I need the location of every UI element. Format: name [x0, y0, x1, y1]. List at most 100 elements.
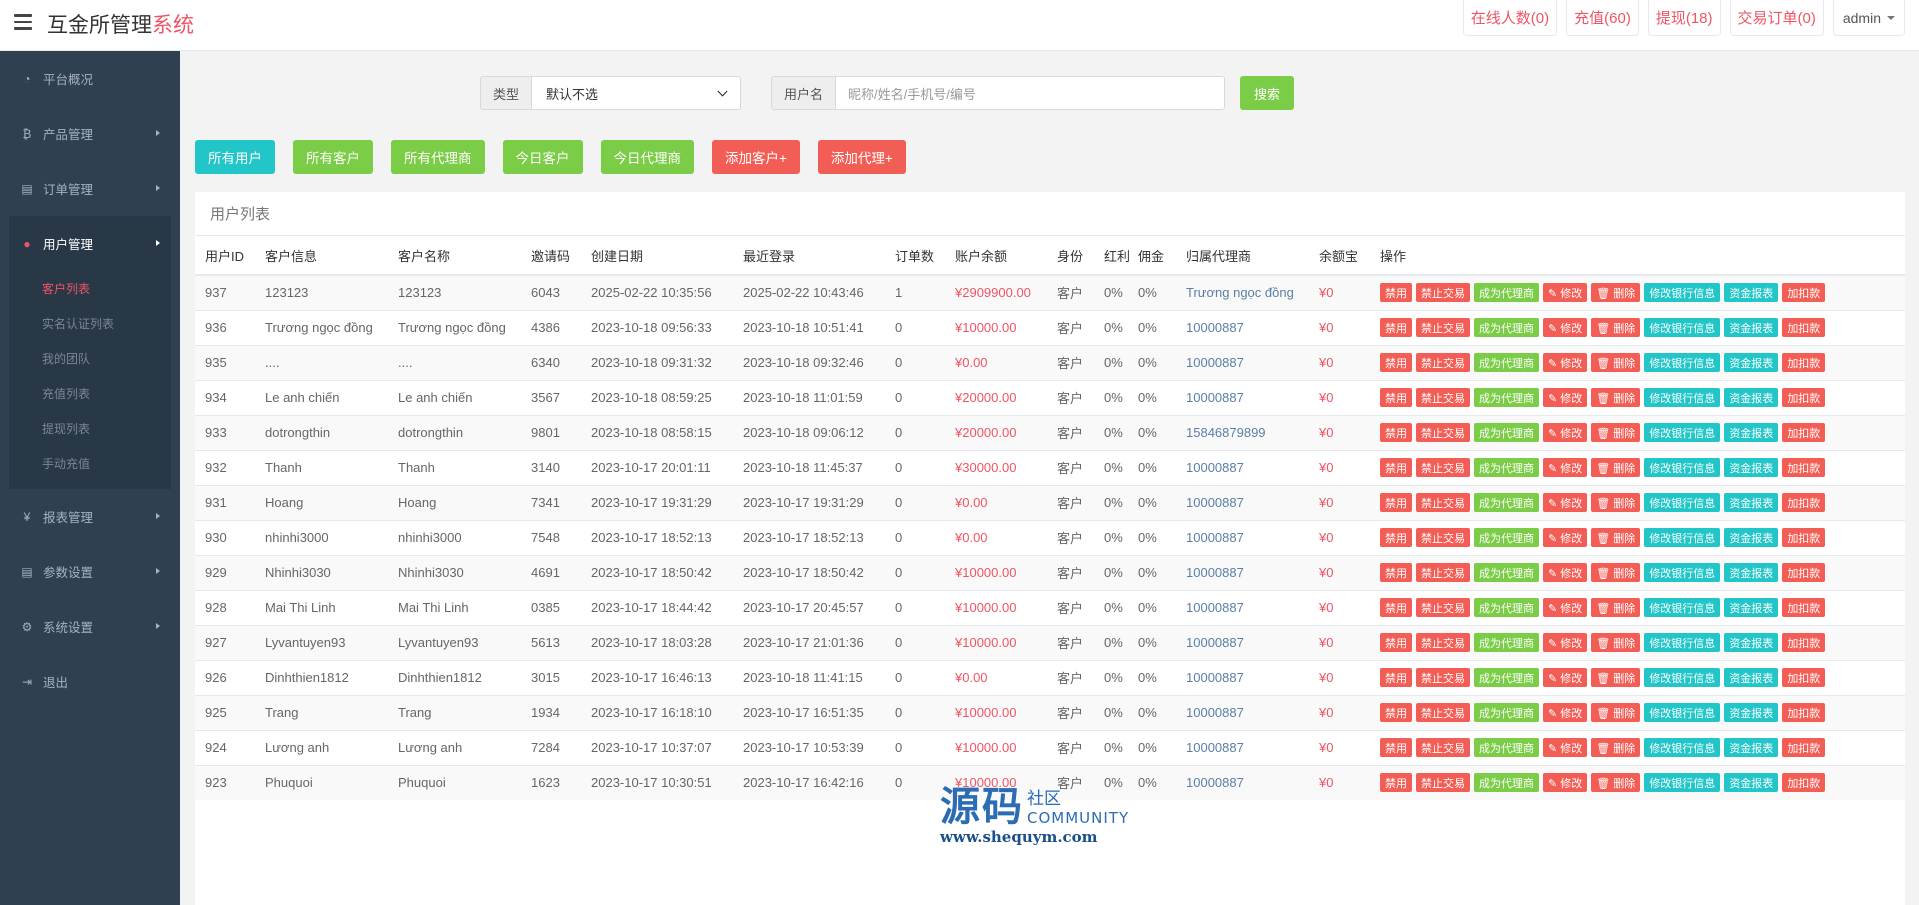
row-action-button[interactable]: 禁用	[1380, 353, 1412, 372]
row-action-button[interactable]: 🗑 删除	[1591, 563, 1641, 582]
top-action-button[interactable]: 交易订单(0)	[1729, 0, 1824, 36]
row-action-button[interactable]: 禁止交易	[1416, 493, 1470, 512]
row-action-button[interactable]: 成为代理商	[1474, 493, 1539, 512]
row-action-button[interactable]: 🗑 删除	[1591, 283, 1641, 303]
row-action-button[interactable]: 修改银行信息	[1644, 388, 1721, 407]
row-action-button[interactable]: 资金报表	[1724, 528, 1779, 547]
row-action-button[interactable]: 资金报表	[1724, 633, 1779, 652]
admin-user-menu[interactable]: admin	[1832, 0, 1905, 36]
table-cell[interactable]: 10000887	[1176, 554, 1309, 590]
row-action-button[interactable]: 修改银行信息	[1644, 598, 1721, 617]
row-action-button[interactable]: 禁止交易	[1416, 598, 1470, 617]
sidebar-item[interactable]: ▤ 订单管理	[0, 161, 180, 216]
row-action-button[interactable]: 成为代理商	[1474, 703, 1539, 722]
row-action-button[interactable]: 禁用	[1380, 773, 1412, 793]
row-action-button[interactable]: ✎ 修改	[1543, 353, 1588, 372]
row-action-button[interactable]: 修改银行信息	[1644, 318, 1721, 337]
row-action-button[interactable]: 禁止交易	[1416, 563, 1470, 582]
row-action-button[interactable]: 禁用	[1380, 528, 1412, 547]
sidebar-subitem[interactable]: 提现列表	[9, 411, 171, 446]
row-action-button[interactable]: 🗑 删除	[1591, 493, 1641, 512]
row-action-button[interactable]: 加扣款	[1782, 353, 1826, 372]
row-action-button[interactable]: 修改银行信息	[1644, 563, 1721, 582]
quick-filter-button[interactable]: 所有用户	[195, 140, 275, 174]
row-action-button[interactable]: 禁用	[1380, 318, 1412, 337]
sidebar-item[interactable]: ₿ 产品管理	[0, 106, 180, 161]
row-action-button[interactable]: 🗑 删除	[1591, 738, 1641, 757]
table-cell[interactable]: 10000887	[1176, 309, 1309, 345]
row-action-button[interactable]: 修改银行信息	[1644, 528, 1721, 547]
row-action-button[interactable]: 修改银行信息	[1644, 283, 1721, 303]
row-action-button[interactable]: 加扣款	[1782, 773, 1826, 793]
row-action-button[interactable]: 禁止交易	[1416, 423, 1470, 442]
row-action-button[interactable]: 禁止交易	[1416, 528, 1470, 547]
row-action-button[interactable]: 加扣款	[1782, 703, 1826, 722]
row-action-button[interactable]: 加扣款	[1782, 668, 1826, 687]
row-action-button[interactable]: 修改银行信息	[1644, 668, 1721, 687]
row-action-button[interactable]: 禁止交易	[1416, 773, 1470, 793]
table-cell[interactable]: Trương ngọc đồng	[1176, 274, 1309, 310]
row-action-button[interactable]: 成为代理商	[1474, 563, 1539, 582]
row-action-button[interactable]: 禁用	[1380, 458, 1412, 477]
row-action-button[interactable]: 成为代理商	[1474, 353, 1539, 372]
row-action-button[interactable]: 禁用	[1380, 598, 1412, 617]
row-action-button[interactable]: 禁用	[1380, 283, 1412, 303]
row-action-button[interactable]: 🗑 删除	[1591, 668, 1641, 687]
row-action-button[interactable]: 加扣款	[1782, 458, 1826, 477]
quick-filter-button[interactable]: 今日代理商	[600, 140, 694, 174]
row-action-button[interactable]: 资金报表	[1724, 668, 1779, 687]
row-action-button[interactable]: 禁用	[1380, 423, 1412, 442]
row-action-button[interactable]: 🗑 删除	[1591, 388, 1641, 407]
row-action-button[interactable]: 禁止交易	[1416, 703, 1470, 722]
row-action-button[interactable]: 修改银行信息	[1644, 773, 1721, 793]
menu-toggle-icon[interactable]	[14, 14, 32, 30]
quick-filter-button[interactable]: 今日客户	[502, 140, 583, 174]
row-action-button[interactable]: 资金报表	[1724, 388, 1779, 407]
row-action-button[interactable]: 加扣款	[1782, 283, 1826, 303]
row-action-button[interactable]: 禁止交易	[1416, 283, 1470, 303]
row-action-button[interactable]: 禁止交易	[1416, 668, 1470, 687]
row-action-button[interactable]: 加扣款	[1782, 563, 1826, 582]
sidebar-item[interactable]: ⇥ 退出	[0, 654, 180, 709]
row-action-button[interactable]: 资金报表	[1724, 773, 1779, 793]
row-action-button[interactable]: 禁止交易	[1416, 353, 1470, 372]
row-action-button[interactable]: 修改银行信息	[1644, 493, 1721, 512]
top-action-button[interactable]: 提现(18)	[1647, 0, 1721, 36]
row-action-button[interactable]: 加扣款	[1782, 423, 1826, 442]
row-action-button[interactable]: 修改银行信息	[1644, 738, 1721, 757]
row-action-button[interactable]: 资金报表	[1724, 493, 1779, 512]
row-action-button[interactable]: 修改银行信息	[1644, 353, 1721, 372]
row-action-button[interactable]: ✎ 修改	[1543, 633, 1588, 652]
row-action-button[interactable]: 成为代理商	[1474, 528, 1539, 547]
row-action-button[interactable]: 🗑 删除	[1591, 318, 1641, 337]
top-action-button[interactable]: 充值(60)	[1566, 0, 1639, 36]
type-select[interactable]: 默认不选	[531, 76, 742, 110]
row-action-button[interactable]: ✎ 修改	[1543, 528, 1588, 547]
table-cell[interactable]: 10000887	[1176, 764, 1309, 800]
quick-filter-button[interactable]: 添加代理+	[817, 140, 906, 174]
sidebar-subitem[interactable]: 客户列表	[9, 271, 171, 306]
quick-filter-button[interactable]: 所有代理商	[391, 140, 485, 174]
row-action-button[interactable]: 修改银行信息	[1644, 423, 1721, 442]
row-action-button[interactable]: 资金报表	[1724, 703, 1779, 722]
row-action-button[interactable]: 成为代理商	[1474, 458, 1539, 477]
table-cell[interactable]: 15846879899	[1176, 414, 1309, 450]
row-action-button[interactable]: 修改银行信息	[1644, 703, 1721, 722]
row-action-button[interactable]: 🗑 删除	[1591, 423, 1641, 442]
row-action-button[interactable]: 资金报表	[1724, 318, 1779, 337]
row-action-button[interactable]: ✎ 修改	[1543, 773, 1588, 793]
row-action-button[interactable]: ✎ 修改	[1543, 493, 1588, 512]
sidebar-subitem[interactable]: 我的团队	[9, 341, 171, 376]
row-action-button[interactable]: 资金报表	[1724, 353, 1779, 372]
table-cell[interactable]: 10000887	[1176, 659, 1309, 695]
row-action-button[interactable]: 成为代理商	[1474, 598, 1539, 617]
row-action-button[interactable]: ✎ 修改	[1543, 318, 1588, 337]
sidebar-subitem[interactable]: 实名认证列表	[9, 306, 171, 341]
sidebar-subitem[interactable]: 手动充值	[9, 446, 171, 481]
row-action-button[interactable]: 资金报表	[1724, 738, 1779, 757]
row-action-button[interactable]: ✎ 修改	[1543, 703, 1588, 722]
row-action-button[interactable]: 加扣款	[1782, 318, 1826, 337]
row-action-button[interactable]: 成为代理商	[1474, 388, 1539, 407]
row-action-button[interactable]: ✎ 修改	[1543, 388, 1588, 407]
row-action-button[interactable]: 成为代理商	[1474, 668, 1539, 687]
